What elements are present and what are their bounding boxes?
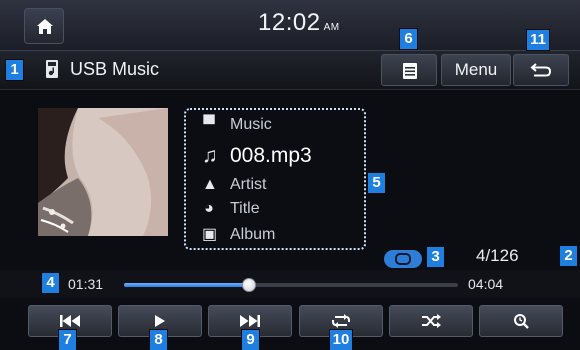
folder-name: Music (230, 116, 272, 133)
playback-controls (0, 300, 580, 350)
callout-6: 6 (399, 28, 418, 50)
repeat-status-indicator (384, 250, 422, 268)
callout-11: 11 (526, 29, 550, 51)
callout-4: 4 (41, 272, 60, 294)
status-bar: 12:02 AM (0, 0, 580, 51)
track-counter: 4/126 (476, 246, 519, 265)
callout-5: 5 (367, 172, 386, 194)
progress-handle[interactable] (241, 278, 256, 292)
previous-icon (60, 315, 80, 327)
track-info-panel: ▀ Music ♫ 008.mp3 ▲ Artist ◕ Title ▣ Album (184, 108, 366, 250)
next-icon (240, 315, 260, 327)
album-name: Album (230, 226, 276, 243)
artist-name: Artist (230, 176, 267, 193)
source-title: USB Music (70, 59, 160, 79)
list-button[interactable] (381, 54, 437, 86)
progress-area: 01:31 04:04 (0, 270, 580, 298)
back-button[interactable] (513, 54, 569, 86)
back-icon (530, 63, 552, 77)
callout-3: 3 (426, 246, 445, 268)
list-icon (403, 63, 417, 79)
folder-row: ▀ Music (202, 116, 272, 134)
source-header: USB Music Menu (0, 51, 580, 90)
menu-button[interactable]: Menu (441, 54, 511, 86)
play-icon (155, 315, 165, 327)
artist-row: ▲ Artist (202, 176, 266, 194)
album-icon: ▣ (202, 226, 218, 243)
callout-1: 1 (5, 59, 24, 81)
clock: 12:02 AM (258, 9, 340, 37)
file-row: ♫ 008.mp3 (202, 144, 312, 168)
progress-track[interactable] (124, 278, 458, 292)
home-button[interactable] (24, 8, 64, 44)
shuffle-button[interactable] (389, 305, 473, 337)
callout-7: 7 (58, 329, 77, 350)
home-icon (37, 19, 53, 34)
callout-10: 10 (329, 329, 353, 350)
total-time: 04:04 (468, 276, 504, 292)
callout-9: 9 (241, 329, 260, 350)
artist-icon: ▲ (202, 176, 218, 193)
album-art (38, 108, 168, 236)
title-row: ◕ Title (202, 200, 260, 218)
title-icon: ◕ (204, 200, 214, 217)
callout-8: 8 (149, 329, 168, 350)
folder-icon: ▀ (203, 116, 215, 133)
clock-ampm: AM (323, 22, 340, 33)
repeat-icon (332, 314, 350, 328)
clock-time: 12:02 (258, 9, 321, 36)
file-name: 008.mp3 (230, 144, 312, 167)
callout-2: 2 (559, 245, 578, 267)
album-art-image (38, 108, 168, 236)
elapsed-time: 01:31 (68, 276, 104, 292)
search-icon (514, 314, 529, 329)
head-unit-screen: 12:02 AM USB Music Menu ▀ Music ♫ 008.mp… (0, 0, 580, 350)
progress-fill (124, 283, 249, 287)
shuffle-icon (422, 314, 441, 328)
album-row: ▣ Album (202, 224, 275, 244)
usb-music-icon (46, 60, 58, 78)
song-title: Title (230, 200, 260, 217)
repeat-status-icon (395, 253, 411, 265)
search-button[interactable] (479, 305, 563, 337)
music-note-icon: ♫ (202, 144, 218, 167)
